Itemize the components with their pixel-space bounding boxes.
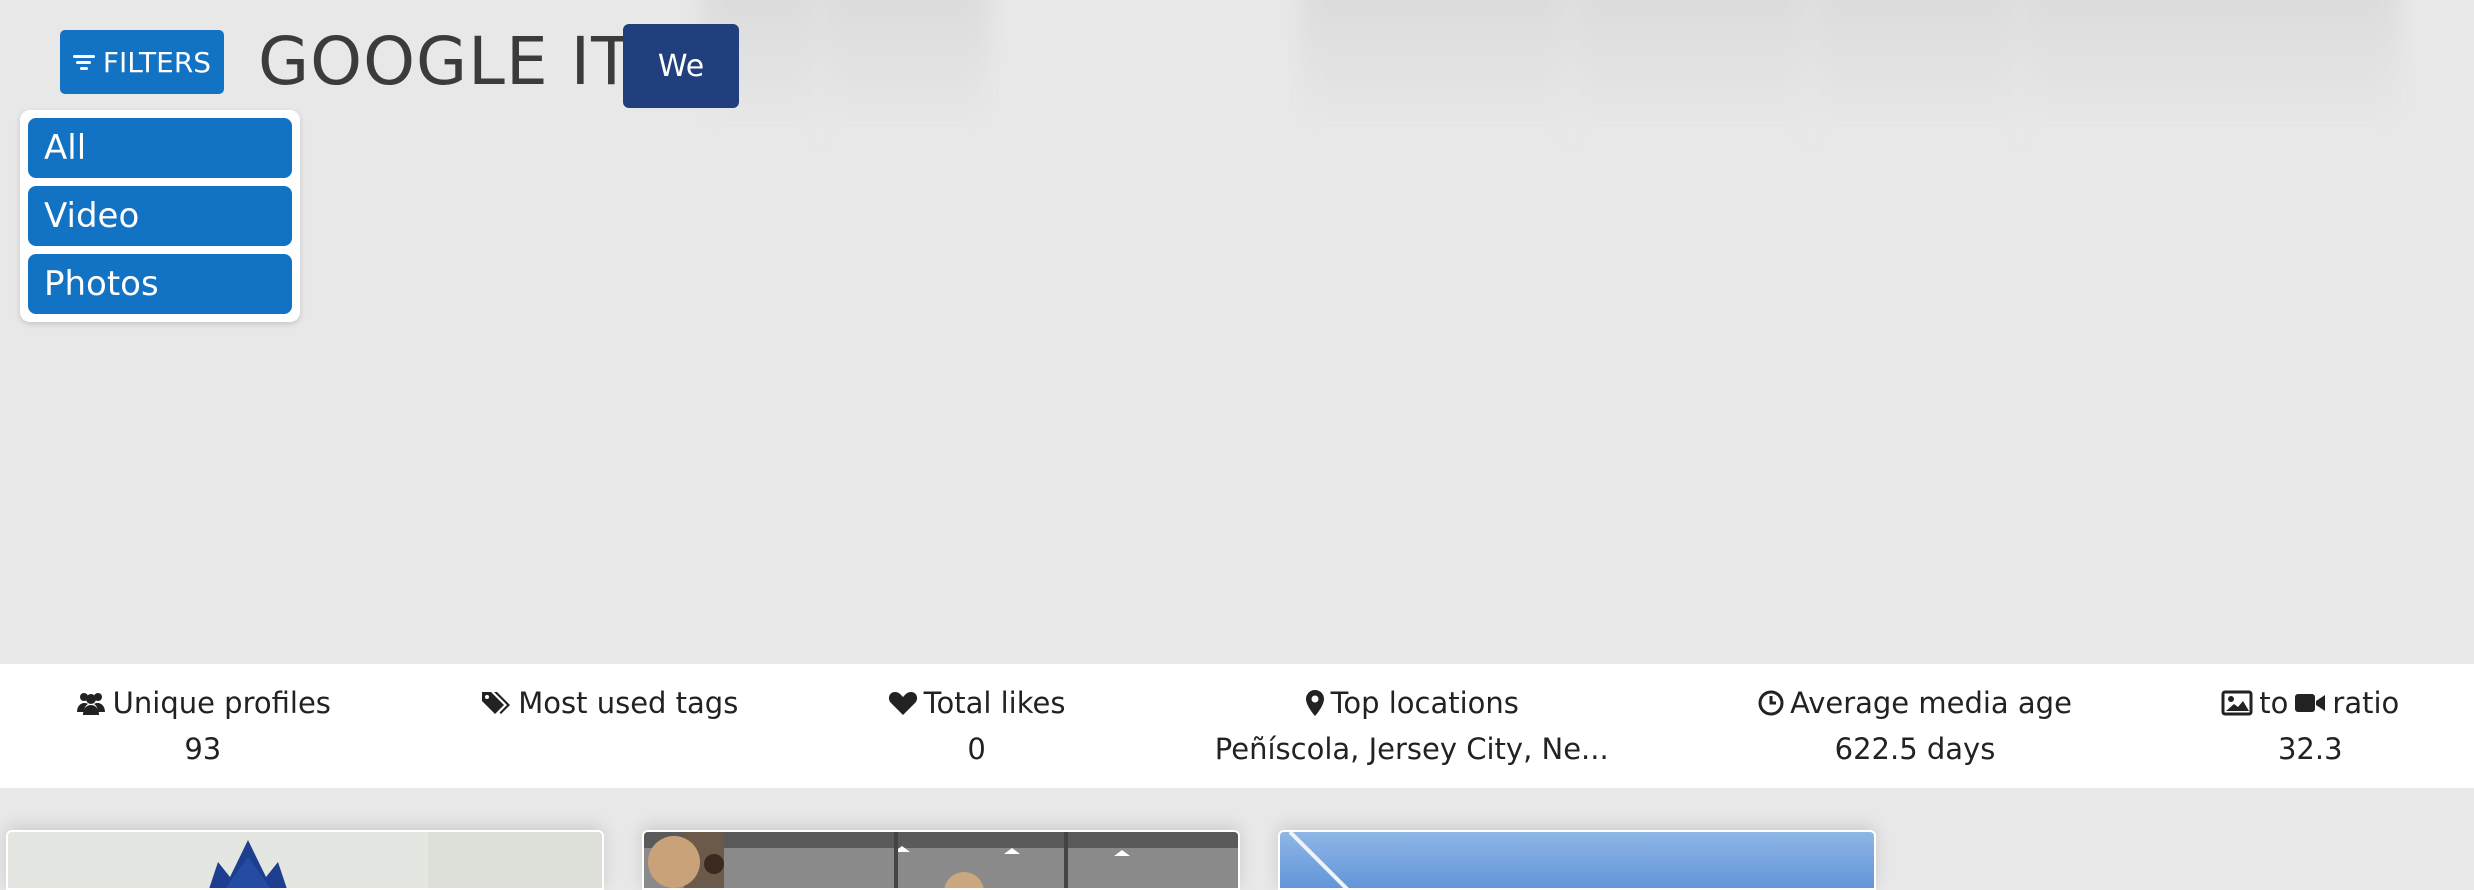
stat-value: 622.5 days — [1834, 732, 1996, 766]
stat-total-likes: Total likes 0 — [888, 686, 1066, 766]
page-title: GOOGLE IT — [258, 23, 633, 100]
tags-icon — [482, 692, 511, 714]
blurred-background-shape — [2020, 0, 2400, 130]
stat-value: 0 — [967, 732, 986, 766]
stat-value: Peñíscola, Jersey City, Ne... — [1214, 732, 1609, 766]
stat-unique-profiles: Unique profiles 93 — [75, 686, 331, 766]
filters-button[interactable]: FILTERS — [60, 30, 224, 94]
stat-label: Most used tags — [518, 686, 739, 720]
media-card-sky[interactable] — [1278, 830, 1876, 890]
filter-icon — [72, 54, 95, 70]
heart-icon — [888, 692, 917, 715]
stats-bar: Unique profiles 93 Most used tags Total … — [0, 664, 2474, 788]
filters-label: FILTERS — [102, 45, 212, 79]
stat-label: ratio — [2332, 686, 2400, 720]
blurred-background-shape — [820, 0, 990, 130]
clock-icon — [1758, 690, 1784, 716]
sky-thumbnail — [1280, 832, 1874, 888]
filter-option-all[interactable]: All — [28, 118, 292, 178]
users-icon — [76, 693, 105, 715]
blurred-background-shape — [1300, 0, 1570, 130]
filter-option-photos[interactable]: Photos — [28, 254, 292, 314]
stat-value — [480, 732, 738, 766]
we-button[interactable]: We — [623, 24, 739, 108]
stat-label: Average media age — [1790, 686, 2072, 720]
stat-label: Unique profiles — [112, 686, 331, 720]
stat-value: 32.3 — [2277, 732, 2343, 766]
stat-average-media-age: Average media age 622.5 days — [1758, 686, 2072, 766]
filter-dropdown-menu: All Video Photos — [20, 110, 300, 322]
stat-top-locations: Top locations Peñíscola, Jersey City, Ne… — [1215, 686, 1609, 766]
blurred-background-shape — [1570, 0, 1810, 130]
stat-label-mid: to — [2259, 686, 2289, 720]
stat-value: 93 — [184, 732, 222, 766]
media-card-teddy-bears[interactable] — [642, 830, 1240, 890]
stat-label: Top locations — [1330, 686, 1519, 720]
filter-option-video[interactable]: Video — [28, 186, 292, 246]
teddy-bears-thumbnail — [644, 832, 1238, 888]
stat-most-used-tags: Most used tags — [480, 686, 738, 766]
stat-label: Total likes — [923, 686, 1066, 720]
mascot-thumbnail — [8, 832, 602, 888]
stat-image-video-ratio: to ratio 32.3 — [2221, 686, 2399, 766]
map-pin-icon — [1305, 690, 1324, 716]
video-icon — [2295, 694, 2326, 712]
image-icon — [2221, 690, 2253, 716]
blurred-background-shape — [1810, 0, 2020, 130]
media-card-mascot[interactable] — [6, 830, 604, 890]
